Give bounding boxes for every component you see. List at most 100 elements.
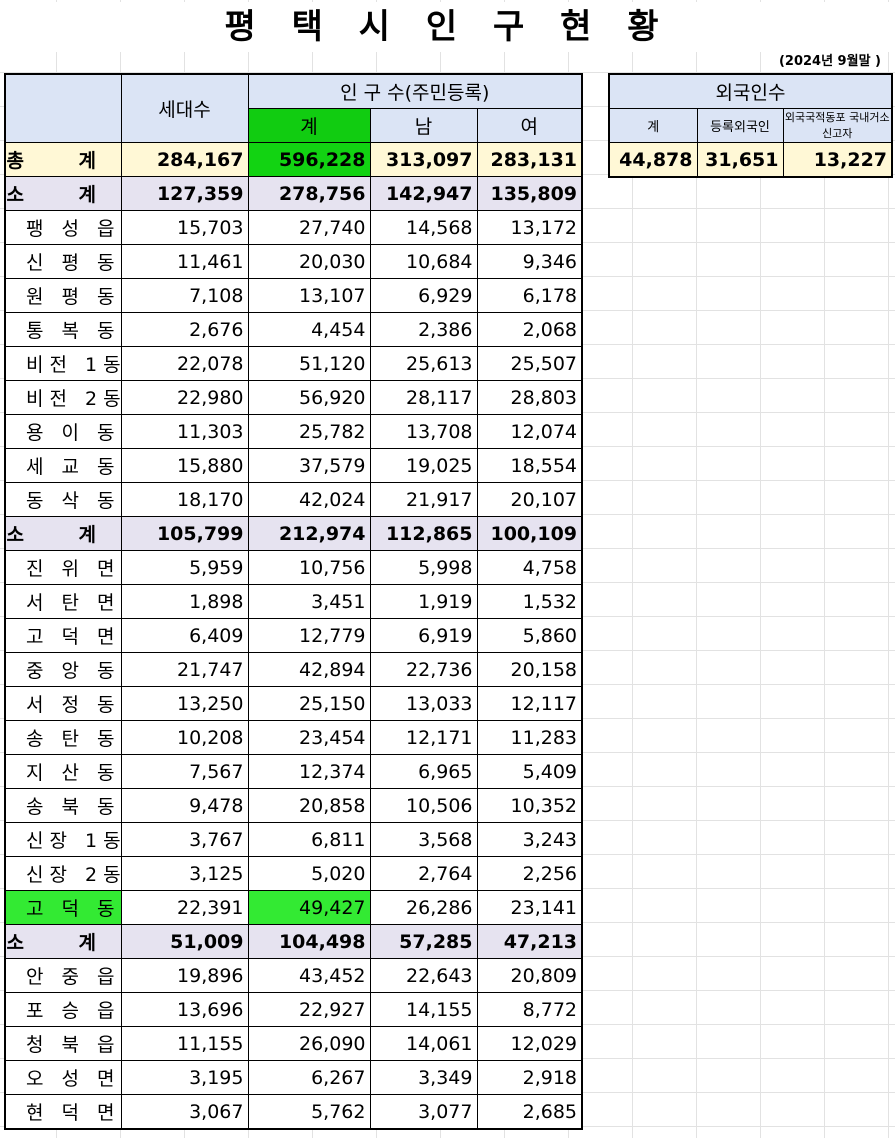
households-cell[interactable]: 15,703 — [120, 210, 249, 245]
households-cell[interactable]: 11,461 — [120, 244, 249, 279]
male-cell[interactable]: 12,171 — [369, 720, 478, 755]
foreign-compatriot[interactable]: 13,227 — [782, 142, 893, 178]
population-cell[interactable]: 6,811 — [247, 822, 371, 857]
male-cell[interactable]: 2,764 — [369, 856, 478, 891]
district-name[interactable]: 비전 2동 — [4, 380, 122, 415]
female-cell[interactable]: 20,809 — [476, 958, 583, 993]
male-cell[interactable]: 13,033 — [369, 686, 478, 721]
district-name[interactable]: 서 정 동 — [4, 686, 122, 721]
header-households[interactable]: 세대수 — [120, 73, 249, 143]
grand-total-male[interactable]: 313,097 — [369, 142, 478, 177]
district-name[interactable]: 신장 1동 — [4, 822, 122, 857]
female-cell[interactable]: 18,554 — [476, 448, 583, 483]
households-cell[interactable]: 19,896 — [120, 958, 249, 993]
female-cell[interactable]: 2,256 — [476, 856, 583, 891]
female-cell[interactable]: 4,758 — [476, 550, 583, 585]
female-cell[interactable]: 2,685 — [476, 1094, 583, 1130]
population-cell[interactable]: 12,779 — [247, 618, 371, 653]
district-name[interactable]: 신장 2동 — [4, 856, 122, 891]
male-cell[interactable]: 14,568 — [369, 210, 478, 245]
female-cell[interactable]: 8,772 — [476, 992, 583, 1027]
population-cell[interactable]: 20,858 — [247, 788, 371, 823]
male-cell[interactable]: 3,568 — [369, 822, 478, 857]
male-cell[interactable]: 13,708 — [369, 414, 478, 449]
district-name[interactable]: 중 앙 동 — [4, 652, 122, 687]
population-cell[interactable]: 25,150 — [247, 686, 371, 721]
district-name[interactable]: 신 평 동 — [4, 244, 122, 279]
subtotal-male[interactable]: 57,285 — [369, 924, 478, 959]
subtotal-households[interactable]: 105,799 — [120, 516, 249, 551]
households-cell[interactable]: 3,067 — [120, 1094, 249, 1130]
male-cell[interactable]: 6,919 — [369, 618, 478, 653]
header-male[interactable]: 남 — [369, 108, 478, 143]
households-cell[interactable]: 1,898 — [120, 584, 249, 619]
households-cell[interactable]: 11,155 — [120, 1026, 249, 1061]
female-cell[interactable]: 2,918 — [476, 1060, 583, 1095]
households-cell[interactable]: 7,567 — [120, 754, 249, 789]
district-name[interactable]: 송 탄 동 — [4, 720, 122, 755]
district-name[interactable]: 서 탄 면 — [4, 584, 122, 619]
district-name[interactable]: 팽 성 읍 — [4, 210, 122, 245]
male-cell[interactable]: 6,965 — [369, 754, 478, 789]
foreign-col-registered[interactable]: 등록외국인 — [696, 108, 784, 143]
subtotal-male[interactable]: 112,865 — [369, 516, 478, 551]
male-cell[interactable]: 6,929 — [369, 278, 478, 313]
male-cell[interactable]: 14,155 — [369, 992, 478, 1027]
grand-total-label[interactable]: 총 계 — [4, 142, 122, 177]
female-cell[interactable]: 6,178 — [476, 278, 583, 313]
foreign-col-compatriot[interactable]: 외국국적동포 국내거소신고자 — [782, 108, 893, 143]
population-cell[interactable]: 51,120 — [247, 346, 371, 381]
households-cell[interactable]: 7,108 — [120, 278, 249, 313]
district-name[interactable]: 세 교 동 — [4, 448, 122, 483]
subtotal-households[interactable]: 127,359 — [120, 176, 249, 211]
female-cell[interactable]: 9,346 — [476, 244, 583, 279]
male-cell[interactable]: 10,506 — [369, 788, 478, 823]
district-name[interactable]: 비전 1동 — [4, 346, 122, 381]
district-name[interactable]: 동 삭 동 — [4, 482, 122, 517]
population-cell[interactable]: 13,107 — [247, 278, 371, 313]
female-cell[interactable]: 5,409 — [476, 754, 583, 789]
district-name[interactable]: 용 이 동 — [4, 414, 122, 449]
female-cell[interactable]: 11,283 — [476, 720, 583, 755]
population-cell[interactable]: 12,374 — [247, 754, 371, 789]
population-cell[interactable]: 27,740 — [247, 210, 371, 245]
female-cell[interactable]: 25,507 — [476, 346, 583, 381]
male-cell[interactable]: 28,117 — [369, 380, 478, 415]
households-cell[interactable]: 11,303 — [120, 414, 249, 449]
foreign-total[interactable]: 44,878 — [608, 142, 698, 178]
female-cell[interactable]: 12,029 — [476, 1026, 583, 1061]
male-cell[interactable]: 14,061 — [369, 1026, 478, 1061]
subtotal-label[interactable]: 소 계 — [4, 924, 122, 959]
district-name[interactable]: 통 복 동 — [4, 312, 122, 347]
households-cell[interactable]: 22,078 — [120, 346, 249, 381]
households-cell[interactable]: 22,391 — [120, 890, 249, 925]
district-name[interactable]: 송 북 동 — [4, 788, 122, 823]
district-name[interactable]: 안 중 읍 — [4, 958, 122, 993]
population-cell[interactable]: 49,427 — [247, 890, 371, 925]
population-cell[interactable]: 25,782 — [247, 414, 371, 449]
population-cell[interactable]: 5,762 — [247, 1094, 371, 1130]
district-name[interactable]: 고 덕 동 — [4, 890, 122, 925]
subtotal-population[interactable]: 104,498 — [247, 924, 371, 959]
households-cell[interactable]: 9,478 — [120, 788, 249, 823]
population-cell[interactable]: 10,756 — [247, 550, 371, 585]
population-cell[interactable]: 4,454 — [247, 312, 371, 347]
district-name[interactable]: 지 산 동 — [4, 754, 122, 789]
female-cell[interactable]: 10,352 — [476, 788, 583, 823]
households-cell[interactable]: 5,959 — [120, 550, 249, 585]
female-cell[interactable]: 12,074 — [476, 414, 583, 449]
header-female[interactable]: 여 — [476, 108, 583, 143]
subtotal-population[interactable]: 212,974 — [247, 516, 371, 551]
population-cell[interactable]: 3,451 — [247, 584, 371, 619]
households-cell[interactable]: 13,250 — [120, 686, 249, 721]
male-cell[interactable]: 22,736 — [369, 652, 478, 687]
foreign-header[interactable]: 외국인수 — [608, 73, 893, 109]
population-cell[interactable]: 42,024 — [247, 482, 371, 517]
female-cell[interactable]: 3,243 — [476, 822, 583, 857]
population-cell[interactable]: 22,927 — [247, 992, 371, 1027]
subtotal-male[interactable]: 142,947 — [369, 176, 478, 211]
households-cell[interactable]: 13,696 — [120, 992, 249, 1027]
district-name[interactable]: 고 덕 면 — [4, 618, 122, 653]
subtotal-female[interactable]: 47,213 — [476, 924, 583, 959]
households-cell[interactable]: 22,980 — [120, 380, 249, 415]
